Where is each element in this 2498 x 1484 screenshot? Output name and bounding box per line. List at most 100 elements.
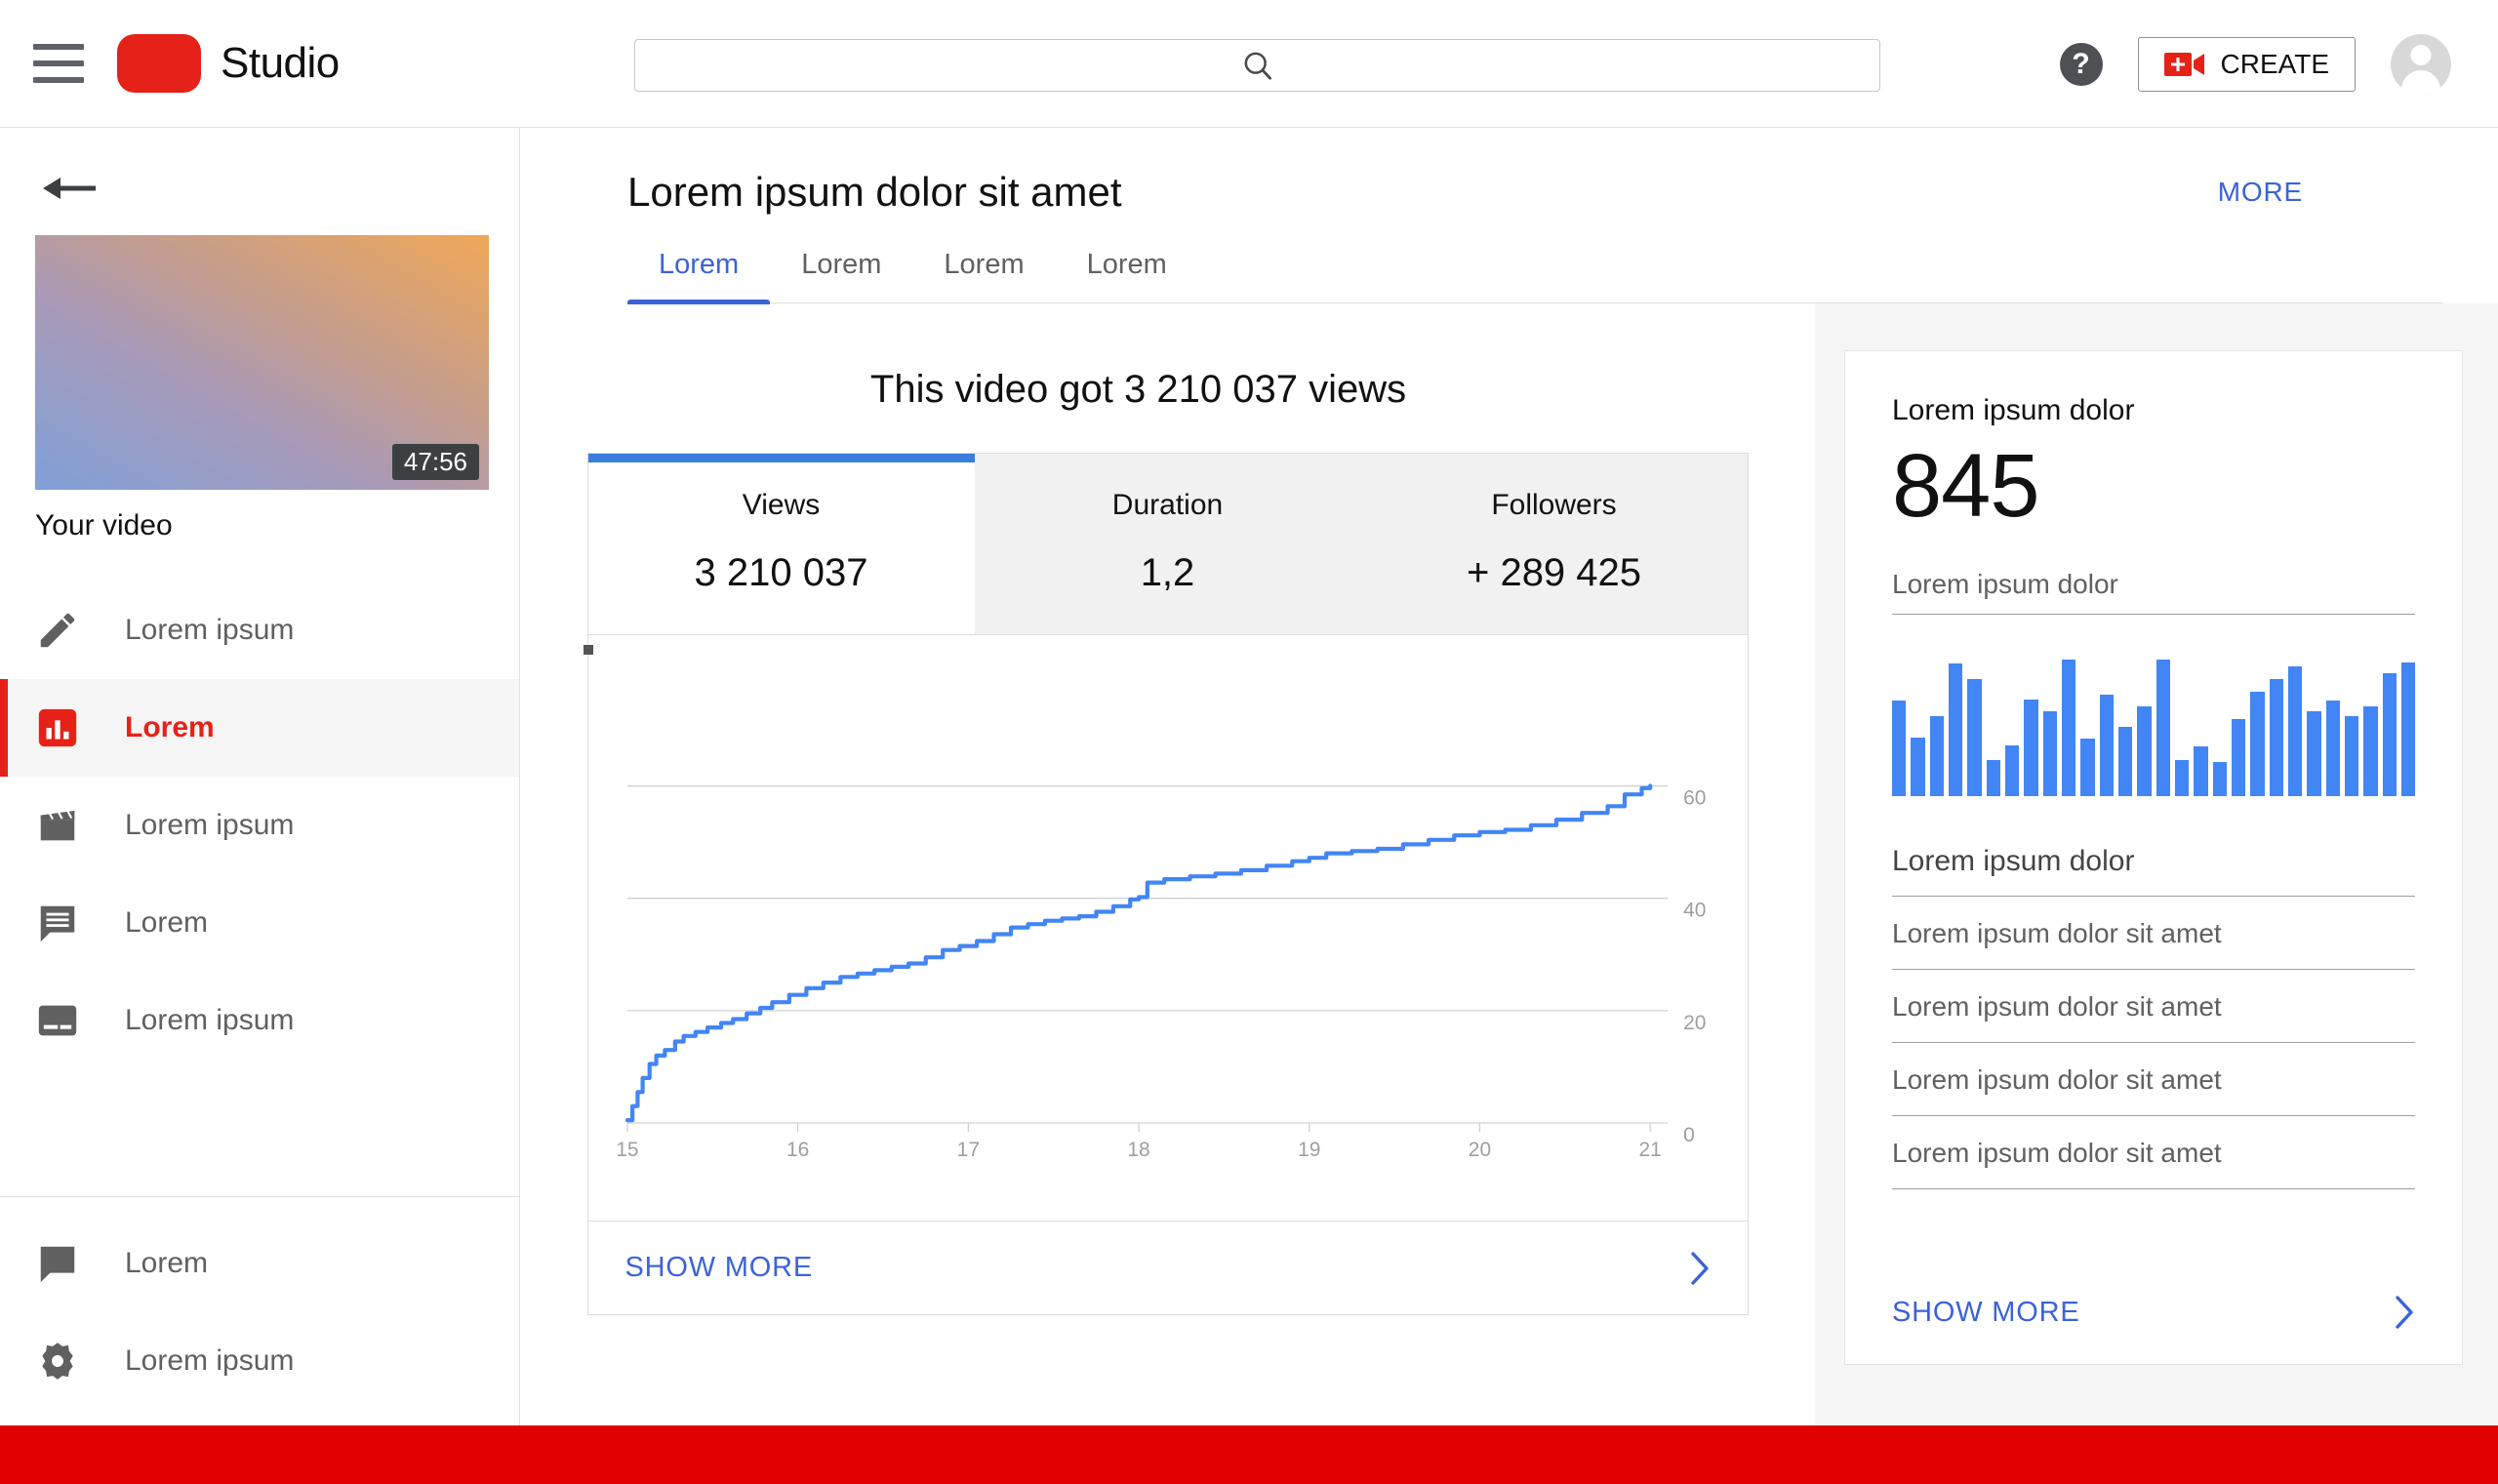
search-input[interactable]: [634, 39, 1880, 92]
bar: [2250, 692, 2264, 796]
clapperboard-icon: [35, 803, 80, 848]
bottom-red-bar: [0, 1425, 2498, 1484]
youtube-logo-icon: [117, 34, 201, 93]
side-bar-chart: [1892, 660, 2415, 796]
bar: [2005, 745, 2019, 796]
brand-name-label: Studio: [221, 39, 340, 88]
brand-logo-group[interactable]: Studio: [117, 34, 340, 93]
sidebar-item-settings[interactable]: Lorem ipsum: [0, 1312, 519, 1410]
bar: [1967, 679, 1981, 796]
bar: [2080, 739, 2094, 795]
bar: [2288, 666, 2302, 795]
tab-3[interactable]: Lorem: [1056, 249, 1198, 302]
side-summary-card: Lorem ipsum dolor 845 Lorem ipsum dolor …: [1844, 350, 2463, 1365]
left-sidebar: 47:56 Your video Lorem ipsum: [0, 128, 520, 1425]
sidebar-item-label: Lorem: [125, 711, 215, 744]
svg-text:21: 21: [1638, 1139, 1661, 1161]
sidebar-item-label: Lorem ipsum: [125, 809, 294, 842]
svg-text:18: 18: [1127, 1139, 1149, 1161]
tab-1[interactable]: Lorem: [770, 249, 912, 302]
line-chart-svg: 020406015161718192021: [588, 635, 1748, 1221]
app-body: 47:56 Your video Lorem ipsum: [0, 128, 2498, 1425]
bar: [2326, 701, 2340, 796]
tab-0[interactable]: Lorem: [627, 249, 770, 302]
side-show-more-button[interactable]: SHOW MORE: [1892, 1270, 2415, 1364]
side-card-subtitle: Lorem ipsum dolor: [1892, 569, 2415, 615]
bar: [2118, 727, 2132, 796]
help-icon[interactable]: ?: [2060, 43, 2103, 86]
metric-tab-views[interactable]: Views 3 210 037: [588, 454, 975, 634]
bar: [2024, 700, 2037, 796]
arrow-left-icon[interactable]: [41, 169, 98, 208]
list-item[interactable]: Lorem ipsum dolor sit amet: [1892, 970, 2415, 1043]
bar: [2175, 760, 2189, 795]
bar: [1987, 760, 2000, 795]
main-content: Lorem ipsum dolor sit amet MORE Lorem Lo…: [520, 128, 2498, 1425]
video-summary[interactable]: 47:56 Your video: [35, 235, 489, 542]
more-button[interactable]: MORE: [2218, 177, 2303, 208]
analytics-headline: This video got 3 210 037 views: [520, 368, 1756, 412]
sidebar-nav-secondary: Lorem Lorem ipsum: [0, 1179, 519, 1425]
sidebar-item-editor[interactable]: Lorem ipsum: [0, 777, 519, 874]
sidebar-item-feedback[interactable]: Lorem: [0, 1215, 519, 1312]
bar: [1930, 716, 1944, 796]
bar: [2307, 711, 2320, 796]
analytics-pane: This video got 3 210 037 views Views 3 2…: [520, 303, 1815, 1425]
svg-text:0: 0: [1683, 1124, 1695, 1146]
bar: [2062, 660, 2075, 796]
sidebar-item-details[interactable]: Lorem ipsum: [0, 582, 519, 679]
bar: [2043, 711, 2057, 796]
bar: [2401, 662, 2415, 796]
feedback-bubble-icon: [35, 1241, 80, 1286]
sidebar-divider: [0, 1196, 519, 1197]
list-item[interactable]: Lorem ipsum dolor sit amet: [1892, 897, 2415, 970]
comment-bubble-icon: [35, 901, 80, 945]
tab-2[interactable]: Lorem: [912, 249, 1055, 302]
sidebar-item-subtitles[interactable]: Lorem ipsum: [0, 972, 519, 1069]
sidebar-item-analytics[interactable]: Lorem: [0, 679, 519, 777]
hamburger-line: [33, 77, 84, 83]
create-button[interactable]: CREATE: [2138, 37, 2357, 92]
bar: [2156, 660, 2170, 796]
page-title: Lorem ipsum dolor sit amet: [627, 169, 2443, 216]
sidebar-item-label: Lorem ipsum: [125, 1004, 294, 1037]
header-actions: ? CREATE: [2060, 0, 2452, 128]
sidebar-item-comments[interactable]: Lorem: [0, 874, 519, 972]
right-side-pane: Lorem ipsum dolor 845 Lorem ipsum dolor …: [1815, 303, 2498, 1425]
hamburger-icon[interactable]: [33, 44, 84, 83]
content-tabs: Lorem Lorem Lorem Lorem: [627, 249, 2443, 303]
side-list: Lorem ipsum dolor sit amet Lorem ipsum d…: [1892, 897, 2415, 1189]
gear-settings-icon: [35, 1339, 80, 1384]
bar: [2100, 695, 2114, 796]
list-item[interactable]: Lorem ipsum dolor sit amet: [1892, 1116, 2415, 1189]
metric-tabs: Views 3 210 037 Duration 1,2 Followers +…: [588, 454, 1748, 635]
content-panes: This video got 3 210 037 views Views 3 2…: [520, 303, 2498, 1425]
bar: [2270, 679, 2283, 796]
chart-show-more-button[interactable]: SHOW MORE: [588, 1221, 1748, 1314]
sidebar-nav-primary: Lorem ipsum Lorem: [0, 582, 519, 1069]
bar: [1911, 738, 1924, 796]
bar: [2232, 719, 2245, 796]
metric-tab-followers[interactable]: Followers + 289 425: [1361, 454, 1748, 634]
video-title-label: Your video: [35, 509, 489, 542]
svg-text:19: 19: [1298, 1139, 1320, 1161]
line-chart-plot: 020406015161718192021: [588, 635, 1748, 1221]
search-input-box[interactable]: [634, 39, 1880, 92]
create-button-label: CREATE: [2221, 49, 2330, 80]
account-avatar-icon[interactable]: [2391, 34, 2451, 95]
metric-label: Views: [588, 489, 975, 522]
video-thumbnail[interactable]: 47:56: [35, 235, 489, 490]
hamburger-line: [33, 44, 84, 50]
svg-text:40: 40: [1683, 900, 1706, 922]
show-more-label: SHOW MORE: [625, 1252, 813, 1284]
bar: [2363, 706, 2377, 795]
metric-label: Followers: [1361, 489, 1748, 522]
chevron-right-icon: [1689, 1251, 1711, 1286]
side-list-header: Lorem ipsum dolor: [1892, 845, 2415, 897]
list-item[interactable]: Lorem ipsum dolor sit amet: [1892, 1043, 2415, 1116]
svg-text:20: 20: [1468, 1139, 1490, 1161]
metric-tab-duration[interactable]: Duration 1,2: [975, 454, 1361, 634]
content-header: Lorem ipsum dolor sit amet MORE Lorem Lo…: [520, 128, 2498, 303]
sidebar-item-label: Lorem ipsum: [125, 1344, 294, 1378]
show-more-label: SHOW MORE: [1892, 1297, 2079, 1329]
